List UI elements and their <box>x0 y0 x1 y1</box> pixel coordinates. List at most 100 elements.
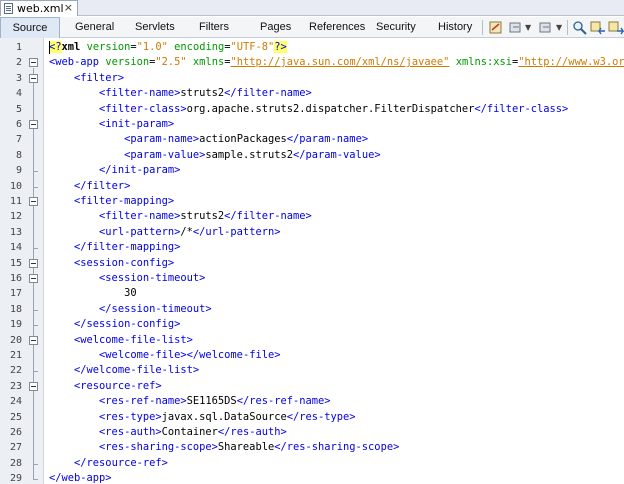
tab-pages[interactable]: Pages <box>260 17 291 38</box>
code-line[interactable]: <res-sharing-scope>Shareable</res-sharin… <box>49 440 399 455</box>
code-line[interactable]: <filter-class>org.apache.struts2.dispatc… <box>49 102 568 117</box>
code-line[interactable]: <url-pattern>/*</url-pattern> <box>49 225 280 240</box>
code-line[interactable]: <web-app version="2.5" xmlns="http://jav… <box>49 55 624 70</box>
code-line[interactable]: <resource-ref> <box>49 379 162 394</box>
code-line[interactable]: </web-app> <box>49 471 112 484</box>
code-line[interactable]: <filter-mapping> <box>49 194 174 209</box>
code-token: </filter-class> <box>474 102 569 115</box>
last-edit-icon[interactable] <box>488 20 504 35</box>
line-number: 29 <box>9 473 22 484</box>
tab-references[interactable]: References <box>309 17 365 38</box>
code-token: <init-param> <box>99 118 175 130</box>
file-tab-web-xml[interactable]: web.xml × <box>0 0 78 16</box>
xml-source-editor[interactable]: 1 2 3 4 5 6 7 8 9 10 11 12 13 14 15 16 17 18 19 20 21 22 23 24 2… <box>0 38 624 484</box>
code-token: </welcome-file-list> <box>74 364 200 377</box>
code-token: <res-ref-name> <box>99 395 187 408</box>
fold-collapse-icon[interactable] <box>29 197 38 206</box>
code-token: <res-sharing-scope> <box>99 441 218 454</box>
fold-collapse-icon[interactable] <box>29 335 38 345</box>
tab-filters[interactable]: Filters <box>199 17 229 38</box>
code-line[interactable]: <param-name>actionPackages</param-name> <box>49 132 368 147</box>
fold-end-marker <box>33 371 38 373</box>
line-number: 23 <box>9 380 22 392</box>
code-token: struts2 <box>180 87 225 100</box>
code-line[interactable]: <session-timeout> <box>49 271 205 286</box>
back-dropdown-icon[interactable]: ▼ <box>525 23 531 32</box>
find-next-icon[interactable] <box>608 20 624 35</box>
tab-history[interactable]: History <box>438 17 472 38</box>
fold-collapse-icon[interactable] <box>29 73 38 83</box>
code-token: "http://java.sun.com/xml/ns/javaee" <box>230 56 450 69</box>
forward-dropdown-icon[interactable]: ▼ <box>556 23 562 32</box>
line-number: 3 <box>15 72 22 84</box>
fold-collapse-icon[interactable] <box>29 58 38 68</box>
code-token: <filter-name> <box>99 87 181 100</box>
line-number: 14 <box>9 242 22 254</box>
fold-collapse-icon[interactable] <box>29 381 38 391</box>
code-token: <resource-ref> <box>74 379 162 392</box>
code-line[interactable]: <res-ref-name>SE1165DS</res-ref-name> <box>49 394 330 409</box>
code-line[interactable]: <welcome-file></welcome-file> <box>49 348 280 363</box>
code-line[interactable]: <?xml version="1.0" encoding="UTF-8"?> <box>49 40 287 55</box>
file-tab-label: web.xml <box>17 2 64 15</box>
fold-collapse-icon[interactable] <box>29 274 38 283</box>
find-icon[interactable] <box>572 20 588 35</box>
line-number: 16 <box>9 273 22 284</box>
line-number: 15 <box>9 257 22 269</box>
text-caret <box>49 41 50 54</box>
code-token: <session-timeout> <box>99 272 206 284</box>
code-token: </welcome-file> <box>186 349 281 361</box>
tab-general[interactable]: General <box>75 17 114 38</box>
code-token: sample.struts2 <box>205 148 293 161</box>
code-line[interactable]: <session-config> <box>49 256 174 271</box>
code-line[interactable]: <filter-name>struts2</filter-name> <box>49 209 312 224</box>
code-line[interactable]: <filter> <box>49 71 124 86</box>
code-line[interactable]: <res-auth>Container</res-auth> <box>49 425 287 440</box>
code-line[interactable]: <res-type>javax.sql.DataSource</res-type… <box>49 410 356 425</box>
code-line[interactable]: <param-value>sample.struts2</param-value… <box>49 148 381 163</box>
line-number: 12 <box>9 211 22 223</box>
fold-collapse-icon[interactable] <box>29 258 38 268</box>
back-icon[interactable] <box>508 20 524 35</box>
close-tab-icon[interactable]: × <box>64 1 73 14</box>
code-line[interactable]: <filter-name>struts2</filter-name> <box>49 86 312 101</box>
code-line[interactable]: </session-config> <box>49 317 180 332</box>
editor-tab-strip: web.xml × <box>0 0 624 16</box>
forward-icon[interactable] <box>538 20 554 35</box>
find-previous-icon[interactable] <box>590 20 606 35</box>
code-line[interactable]: </session-timeout> <box>49 302 212 317</box>
line-number: 4 <box>15 88 22 100</box>
code-line[interactable]: </welcome-file-list> <box>49 363 199 378</box>
fold-collapse-icon[interactable] <box>29 120 38 129</box>
code-line[interactable]: </filter-mapping> <box>49 240 180 255</box>
line-number: 27 <box>9 442 22 454</box>
code-token: javax.sql.DataSource <box>161 410 287 423</box>
code-line[interactable]: </resource-ref> <box>49 456 168 471</box>
code-token: Container <box>161 426 218 438</box>
code-line[interactable]: </init-param> <box>49 163 180 178</box>
code-token: xmlns <box>192 56 225 69</box>
code-line[interactable]: <init-param> <box>49 117 174 132</box>
code-token: <param-name> <box>124 133 200 146</box>
xml-file-icon <box>4 3 13 14</box>
tab-security[interactable]: Security <box>376 17 416 38</box>
tab-source[interactable]: Source <box>0 17 60 38</box>
tab-servlets[interactable]: Servlets <box>135 17 175 38</box>
code-line[interactable]: <welcome-file-list> <box>49 333 193 348</box>
code-line[interactable]: 30 <box>49 286 137 301</box>
line-number: 9 <box>15 165 22 177</box>
fold-end-marker <box>33 479 38 481</box>
code-token: <welcome-file-list> <box>74 333 193 346</box>
code-line[interactable]: </filter> <box>49 179 130 194</box>
line-number: 24 <box>9 396 22 408</box>
code-area[interactable]: <?xml version="1.0" encoding="UTF-8"?> <w… <box>44 38 624 484</box>
